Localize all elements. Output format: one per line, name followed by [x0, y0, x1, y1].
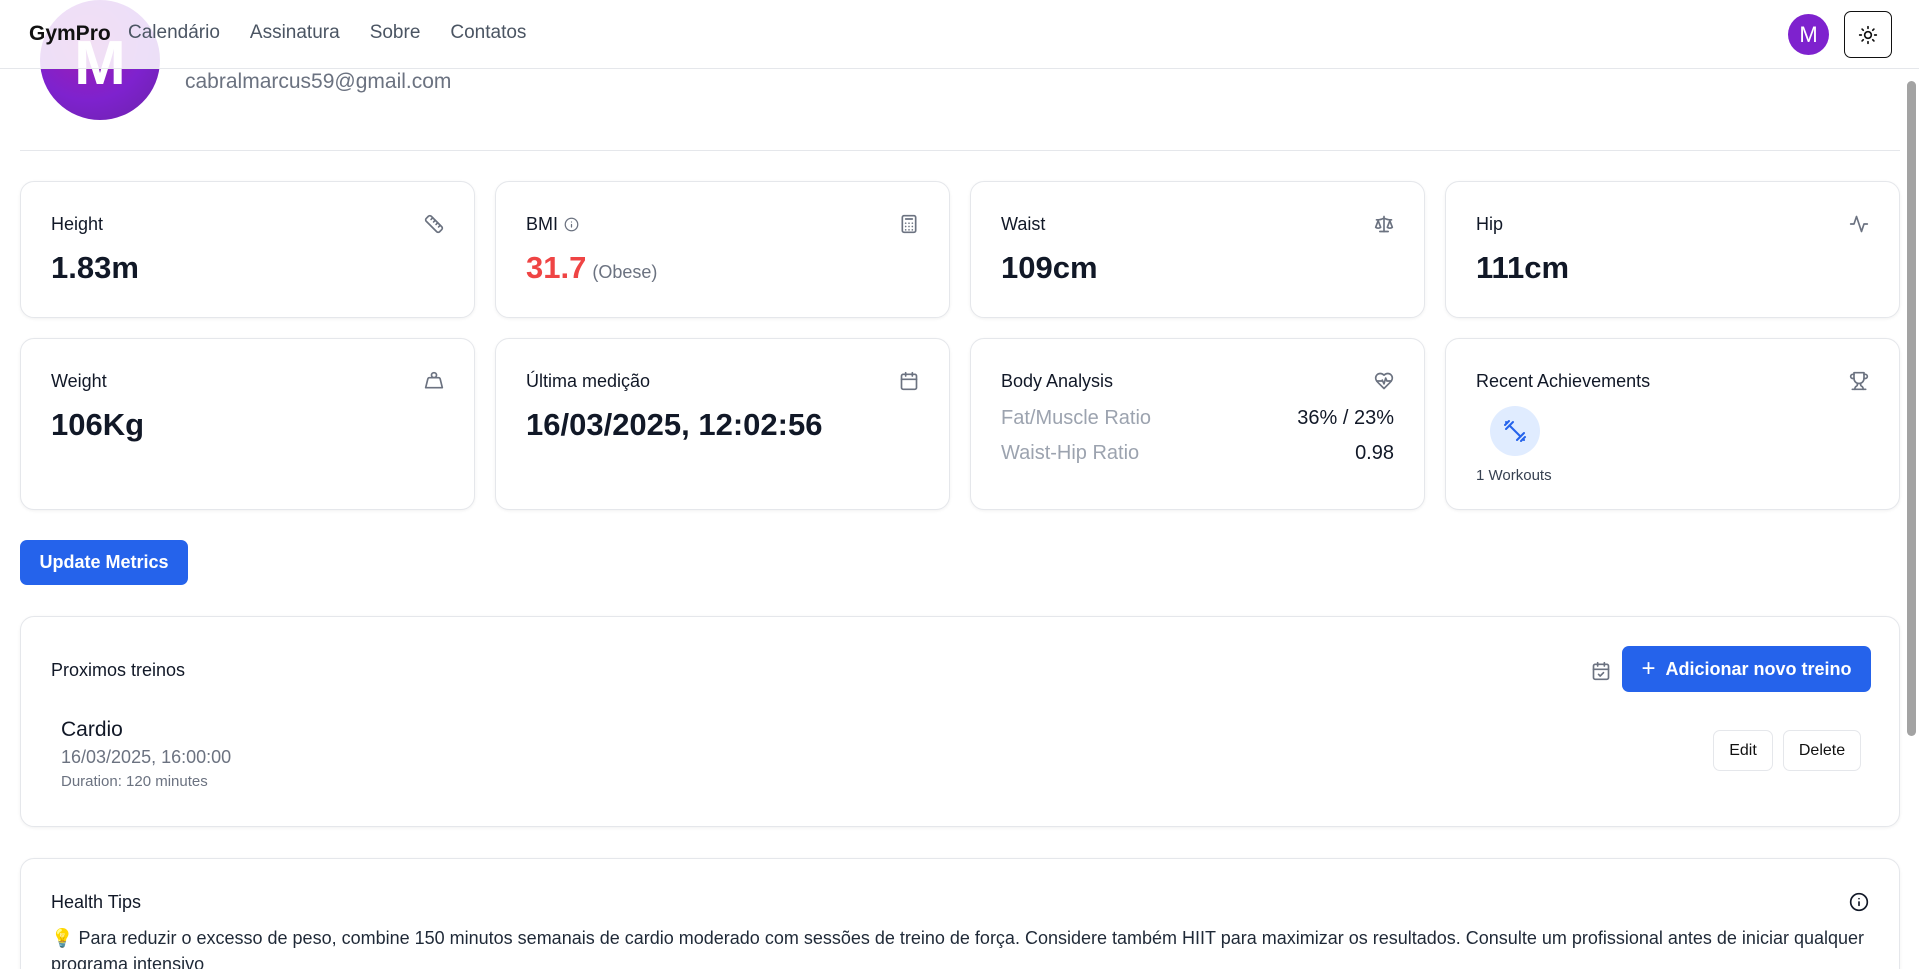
hip-card: Hip 111cm: [1445, 181, 1900, 318]
body-analysis-card: Body Analysis Fat/Muscle Ratio 36% / 23%…: [970, 338, 1425, 510]
update-metrics-button[interactable]: Update Metrics: [20, 540, 188, 585]
add-workout-label: Adicionar novo treino: [1665, 658, 1852, 679]
workout-name: Cardio: [61, 718, 123, 741]
upcoming-workouts-title: Proximos treinos: [51, 660, 186, 680]
health-tip: 💡 Para reduzir o excesso de peso, combin…: [51, 925, 1871, 969]
bmi-label: BMI: [526, 214, 579, 235]
height-card: Height 1.83m: [20, 181, 475, 318]
activity-icon: [1849, 215, 1869, 233]
weight-label: Weight: [51, 371, 107, 391]
scale-icon: [1374, 215, 1394, 233]
nav-link-contatos[interactable]: Contatos: [450, 22, 526, 44]
ruler-icon: [424, 214, 444, 234]
weight-card: Weight 106Kg: [20, 338, 475, 510]
last-measurement-value: 16/03/2025, 12:02:56: [526, 407, 823, 442]
page-scrollbar[interactable]: [1903, 69, 1919, 969]
nav-link-calendario[interactable]: Calendário: [128, 22, 220, 44]
weight-icon: [424, 371, 444, 389]
info-icon[interactable]: [564, 217, 579, 232]
height-label: Height: [51, 214, 104, 234]
waist-label: Waist: [1001, 214, 1046, 234]
upcoming-workouts-card: Proximos treinos + Adicionar novo treino…: [20, 616, 1900, 827]
bmi-value: 31.7: [526, 250, 587, 285]
heart-pulse-icon: [1374, 372, 1394, 390]
delete-workout-button[interactable]: Delete: [1783, 730, 1861, 771]
weight-value: 106Kg: [51, 407, 145, 442]
bmi-classification: (Obese): [592, 262, 658, 282]
workout-duration: Duration: 120 minutes: [61, 773, 208, 790]
health-tip-text: Para reduzir o excesso de peso, combine …: [51, 928, 1865, 969]
dumbbell-icon: [1504, 420, 1526, 442]
fat-muscle-ratio-value: 36% / 23%: [1297, 407, 1394, 429]
add-workout-button[interactable]: + Adicionar novo treino: [1622, 646, 1871, 692]
waist-hip-ratio-label: Waist-Hip Ratio: [1001, 442, 1140, 464]
user-avatar-initial: M: [1799, 21, 1818, 47]
height-value: 1.83m: [51, 250, 139, 285]
last-measurement-card: Última medição 16/03/2025, 12:02:56: [495, 338, 950, 510]
bmi-card: BMI 31.7 (Obese): [495, 181, 950, 318]
trophy-icon: [1849, 371, 1869, 391]
divider: [20, 150, 1900, 151]
fat-muscle-ratio-label: Fat/Muscle Ratio: [1001, 407, 1152, 429]
sun-icon: [1858, 25, 1878, 44]
navbar: GymPro Calendário Assinatura Sobre Conta…: [0, 0, 1919, 69]
health-tips-card: Health Tips 💡 Para reduzir o excesso de …: [20, 858, 1900, 969]
waist-value: 109cm: [1001, 250, 1098, 285]
workout-date: 16/03/2025, 16:00:00: [61, 747, 232, 767]
nav-link-assinatura[interactable]: Assinatura: [250, 22, 340, 44]
achievement-badge[interactable]: [1490, 406, 1540, 456]
fat-muscle-ratio-row: Fat/Muscle Ratio 36% / 23%: [1001, 407, 1394, 430]
brand-logo[interactable]: GymPro: [29, 22, 111, 46]
waist-card: Waist 109cm: [970, 181, 1425, 318]
plus-icon: +: [1641, 655, 1656, 682]
profile-email: cabralmarcus59@gmail.com: [185, 70, 452, 93]
waist-hip-ratio-row: Waist-Hip Ratio 0.98: [1001, 442, 1394, 465]
theme-toggle-button[interactable]: [1844, 11, 1892, 58]
bmi-value-row: 31.7 (Obese): [526, 250, 657, 286]
page: M cabralmarcus59@gmail.com GymPro Calend…: [0, 0, 1919, 969]
health-tips-title: Health Tips: [51, 892, 142, 912]
last-measurement-label: Última medição: [526, 371, 651, 391]
achievement-text: 1 Workouts: [1476, 467, 1552, 484]
waist-hip-ratio-value: 0.98: [1355, 442, 1394, 464]
edit-workout-button[interactable]: Edit: [1713, 730, 1773, 771]
lightbulb-icon: 💡: [51, 928, 74, 948]
achievements-card: Recent Achievements 1 Workouts: [1445, 338, 1900, 510]
body-analysis-label: Body Analysis: [1001, 371, 1114, 391]
scrollbar-thumb[interactable]: [1907, 81, 1916, 736]
calculator-icon: [901, 214, 917, 234]
info-icon[interactable]: [1849, 892, 1869, 912]
nav-link-sobre[interactable]: Sobre: [370, 22, 421, 44]
calendar-check-icon[interactable]: [1591, 661, 1611, 681]
hip-value: 111cm: [1476, 250, 1570, 285]
achievements-label: Recent Achievements: [1476, 371, 1651, 391]
nav-links: Calendário Assinatura Sobre Contatos: [128, 22, 526, 44]
calendar-icon: [900, 371, 918, 391]
user-avatar[interactable]: M: [1788, 14, 1829, 55]
hip-label: Hip: [1476, 214, 1504, 234]
